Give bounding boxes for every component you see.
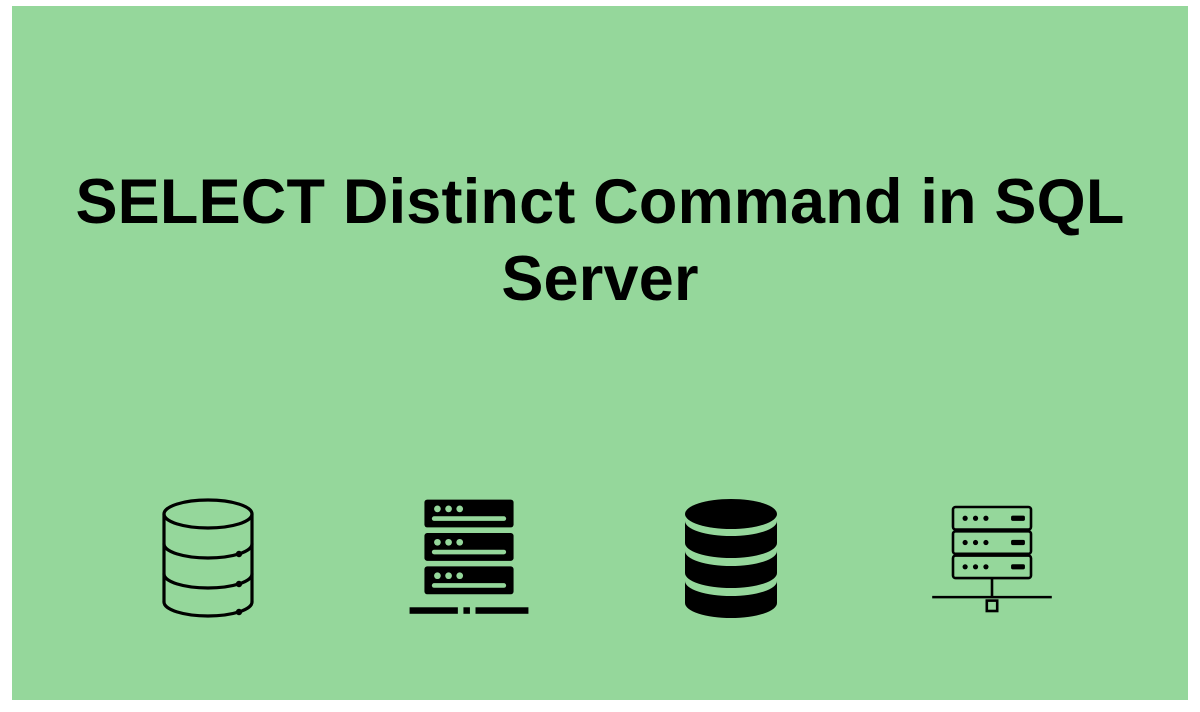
page-title: SELECT Distinct Command in SQL Server (12, 164, 1188, 318)
server-rack-network-outline-icon (927, 494, 1057, 624)
icon-row (12, 494, 1188, 624)
database-solid-icon (666, 494, 796, 624)
server-rack-solid-icon (404, 494, 534, 624)
database-outline-icon (143, 494, 273, 624)
banner-card: SELECT Distinct Command in SQL Server (12, 6, 1188, 700)
